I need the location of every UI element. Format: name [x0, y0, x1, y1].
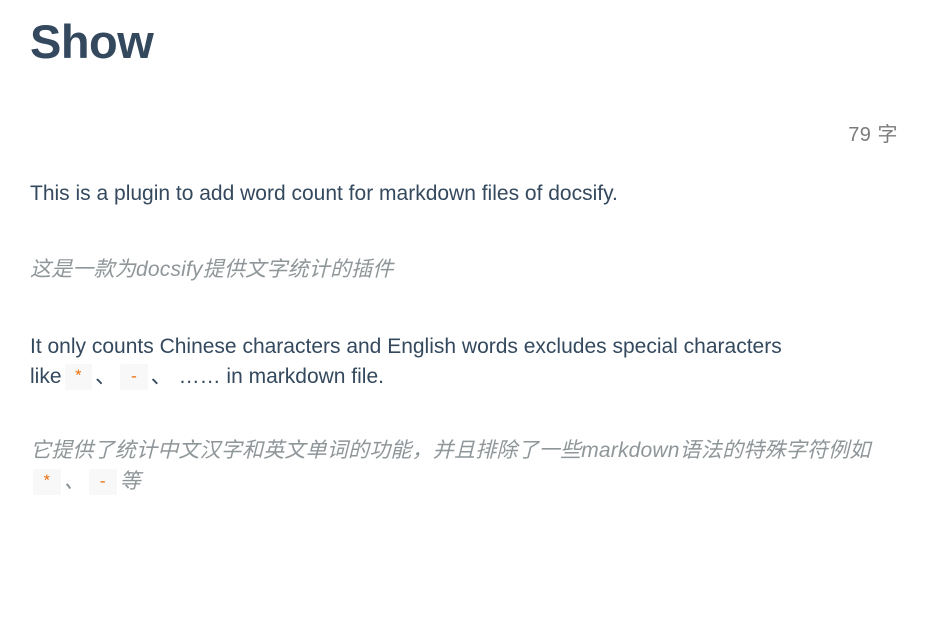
paragraph-detail-en: It only counts Chinese characters and En… — [30, 332, 900, 393]
paragraph-intro-zh-text: 这是一款为docsify提供文字统计的插件 — [30, 258, 394, 282]
inline-code-asterisk-zh: * — [33, 468, 61, 495]
separator-dunhao-1: 、 — [95, 365, 118, 388]
paragraph-intro-zh: 这是一款为docsify提供文字统计的插件 — [30, 255, 900, 285]
ellipsis-text: …… — [178, 365, 221, 388]
page-title: Show — [30, 15, 154, 68]
paragraph-detail-zh-text-before: 它提供了统计中文汉字和英文单词的功能，并且排除了一些markdown语法的特殊字… — [30, 439, 871, 463]
word-count-badge: 79 字 — [848, 123, 898, 146]
paragraph-detail-zh-text-after: 等 — [119, 469, 141, 493]
inline-code-asterisk: * — [64, 364, 93, 390]
paragraph-intro-en-text: This is a plugin to add word count for m… — [30, 181, 618, 205]
inline-code-hyphen: - — [120, 364, 148, 390]
document-body: This is a plugin to add word count for m… — [30, 179, 900, 498]
separator-dunhao-3: 、 — [63, 469, 86, 493]
paragraph-detail-en-text-after: in markdown file. — [226, 365, 384, 388]
inline-code-hyphen-zh: - — [88, 468, 117, 495]
paragraph-intro-en: This is a plugin to add word count for m… — [30, 179, 900, 209]
separator-dunhao-2: 、 — [150, 365, 173, 388]
document-page: Show 79 字 This is a plugin to add word c… — [0, 0, 938, 640]
paragraph-detail-zh: 它提供了统计中文汉字和英文单词的功能，并且排除了一些markdown语法的特殊字… — [30, 436, 900, 497]
